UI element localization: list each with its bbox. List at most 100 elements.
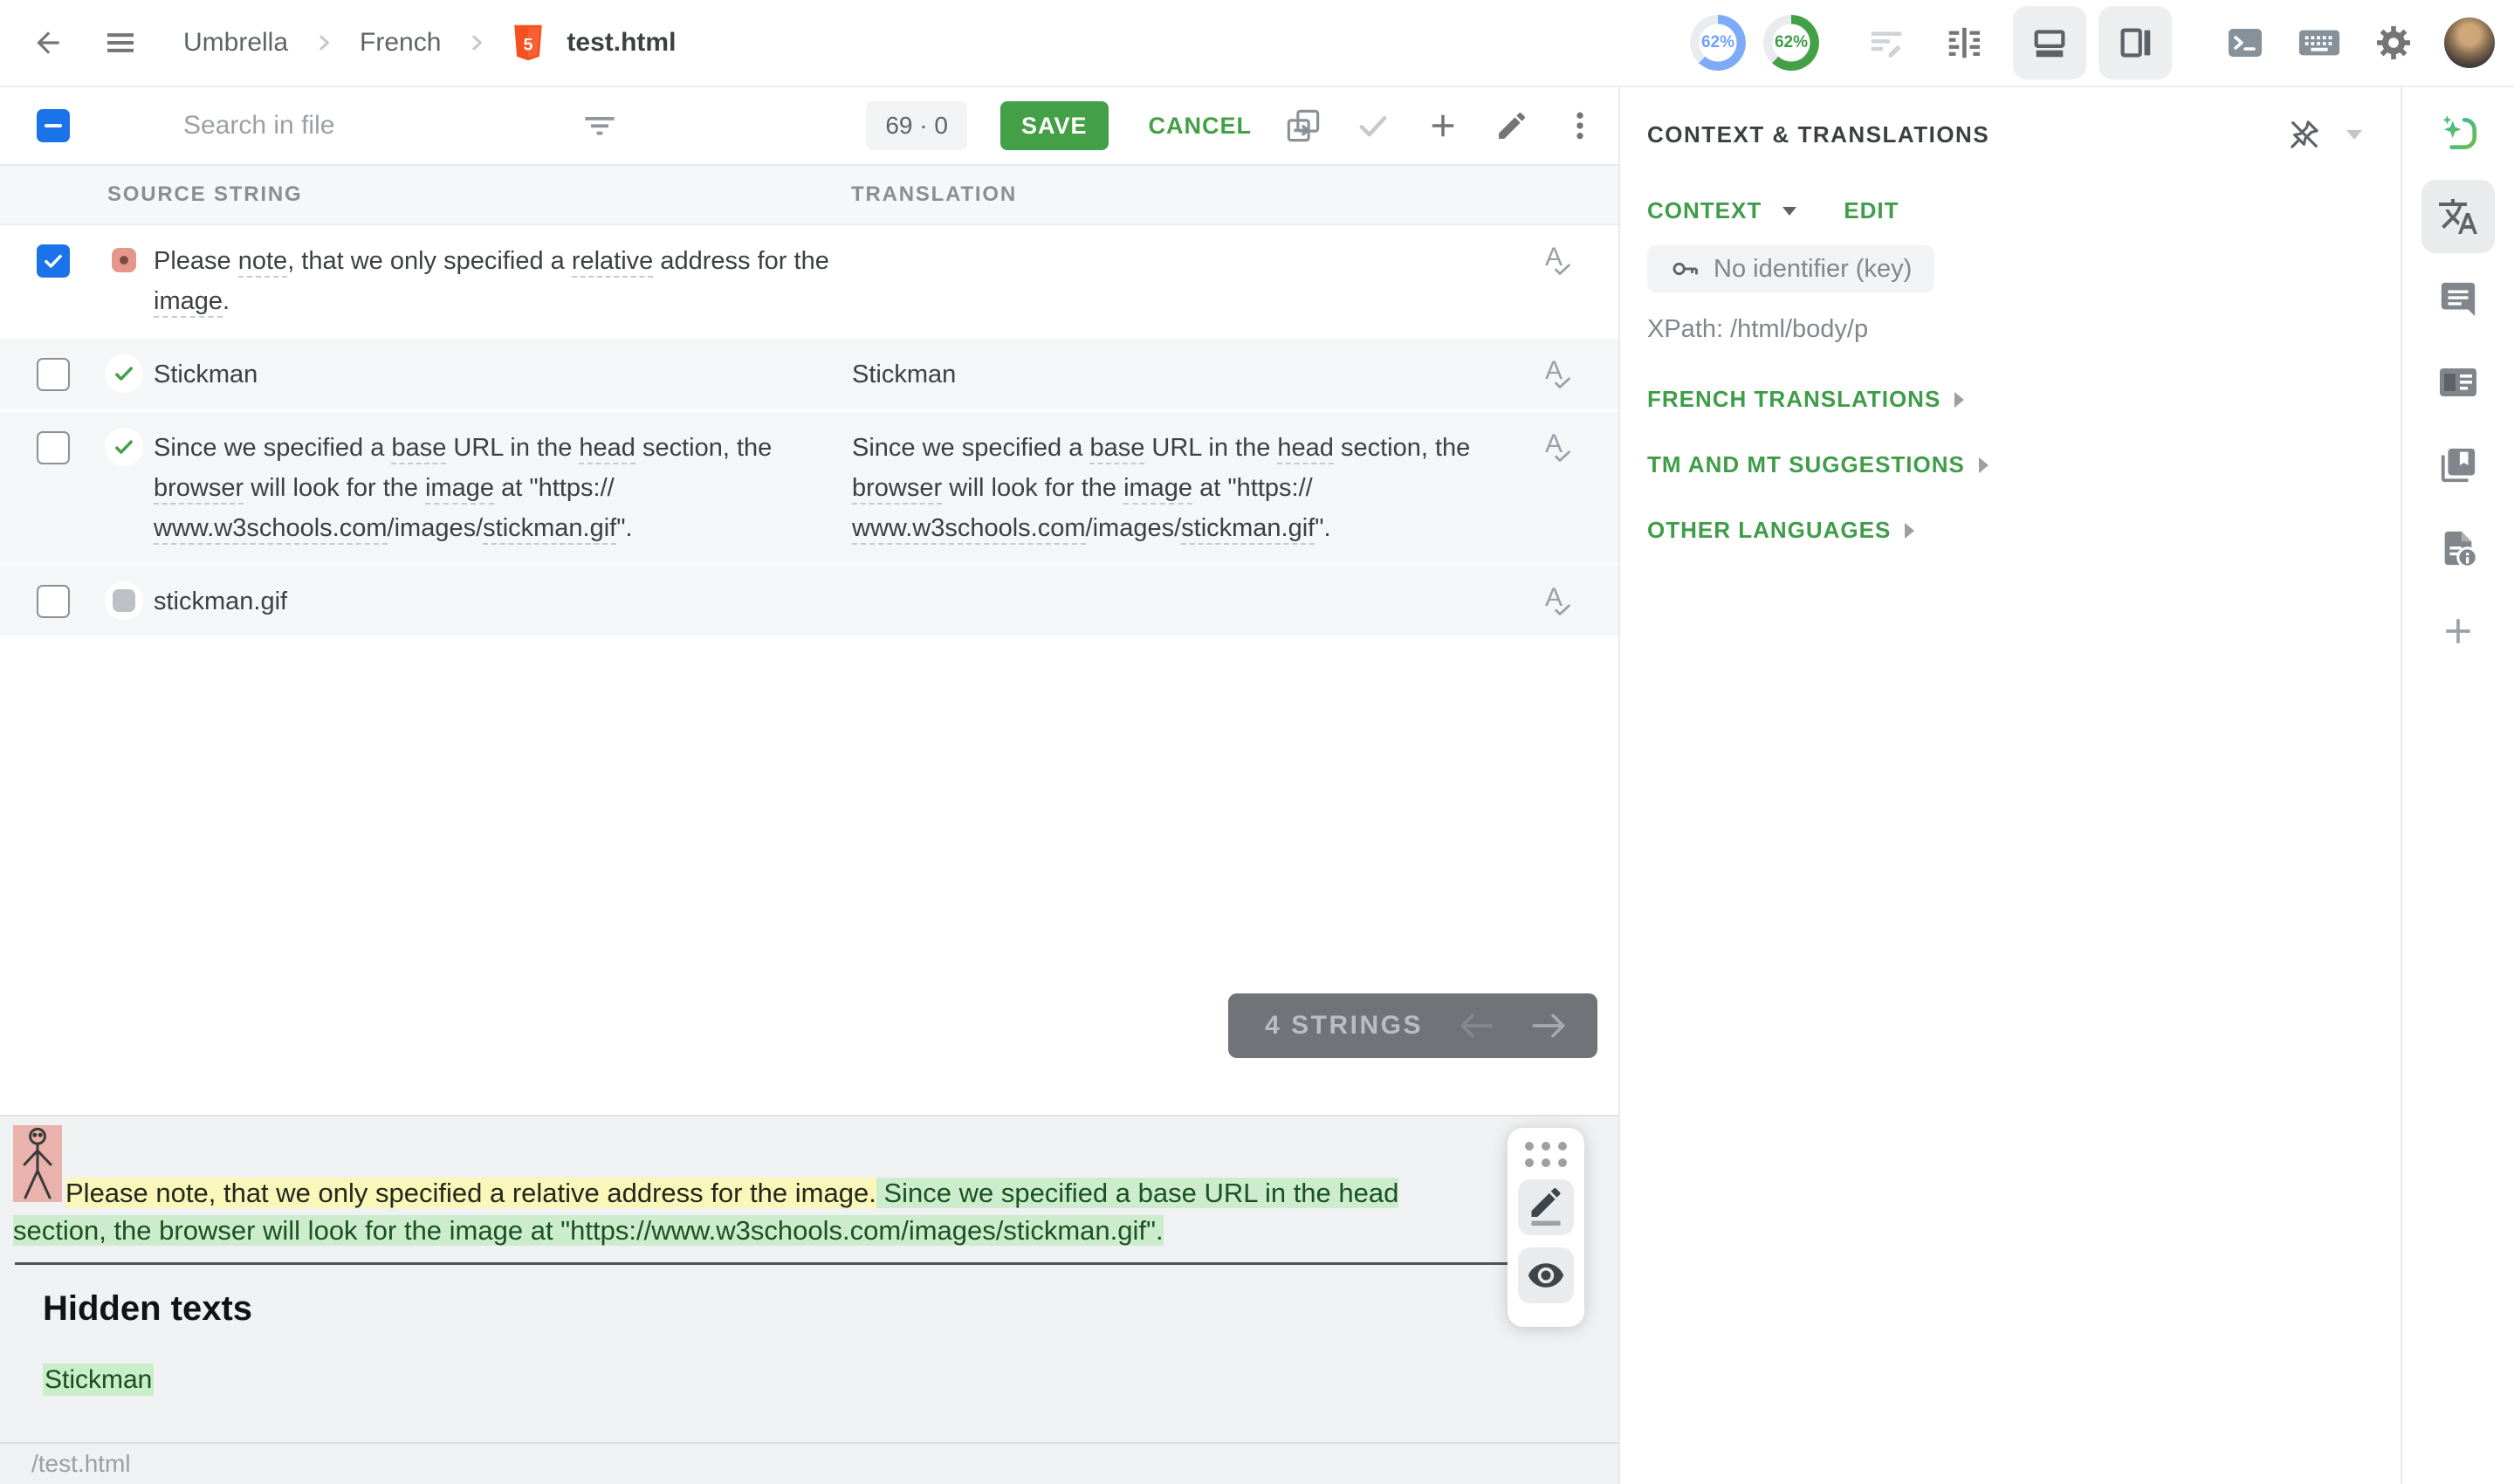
user-avatar[interactable] — [2444, 17, 2495, 68]
chevron-right-icon — [464, 30, 490, 56]
row-checkbox[interactable] — [37, 358, 70, 391]
right-icon-strip — [2401, 87, 2514, 1484]
gear-icon[interactable] — [2373, 22, 2414, 64]
empty-area: 4 STRINGS — [0, 639, 1618, 1115]
prev-page-arrow-icon[interactable] — [1460, 1012, 1494, 1040]
copy-source-icon[interactable] — [1285, 107, 1322, 144]
string-row[interactable]: StickmanStickman A — [0, 339, 1618, 412]
string-counter-badge: 69 · 0 — [866, 101, 967, 150]
source-string[interactable]: stickman.gif — [154, 581, 852, 622]
glossary-bookmark-icon[interactable] — [2438, 445, 2478, 485]
sidebar-sections: FRENCH TRANSLATIONS TM AND MT SUGGESTIONS… — [1647, 386, 2362, 544]
chevron-right-icon — [1979, 457, 1989, 473]
breadcrumb: Umbrella French 5 test.html — [183, 24, 676, 61]
back-icon[interactable] — [31, 26, 65, 59]
html-preview-pane: Please note, that we only specified a re… — [0, 1115, 1618, 1484]
preview-paragraph[interactable]: Please note, that we only specified a re… — [13, 1125, 1497, 1250]
sidebar-section-link[interactable]: FRENCH TRANSLATIONS — [1647, 386, 1940, 413]
save-button[interactable]: SAVE — [1000, 101, 1109, 150]
table-header: SOURCE STRING TRANSLATION — [0, 166, 1618, 225]
string-row[interactable]: stickman.gif A — [0, 566, 1618, 639]
status-translated-icon — [105, 428, 143, 466]
row-checkbox[interactable] — [37, 585, 70, 618]
drag-handle-icon[interactable] — [1525, 1142, 1567, 1167]
xpath-label: XPath: /html/body/p — [1647, 315, 2362, 344]
edit-pencil-icon[interactable] — [1494, 108, 1529, 143]
sidebar-title: CONTEXT & TRANSLATIONS — [1647, 121, 1989, 148]
approved-progress-ring[interactable]: 62% — [1763, 15, 1819, 71]
strings-count-badge: 4 STRINGS — [1228, 993, 1597, 1058]
sidebar-section-link[interactable]: TM AND MT SUGGESTIONS — [1647, 451, 1965, 478]
status-translated-icon — [105, 354, 143, 393]
crowdin-editor: Umbrella French 5 test.html 62% — [0, 0, 2514, 1484]
collapse-panel-icon[interactable] — [2346, 130, 2362, 140]
file-info-icon[interactable] — [2438, 528, 2478, 568]
translation-string[interactable]: Since we specified a base URL in the hea… — [852, 428, 1501, 548]
bottom-panel-view-icon[interactable] — [2013, 6, 2086, 79]
file-path: /test.html — [31, 1450, 131, 1478]
svg-text:5: 5 — [524, 35, 533, 54]
preview-text-segment[interactable]: Please note, that we only specified a re… — [65, 1178, 876, 1208]
row-checkbox[interactable] — [37, 244, 70, 278]
filter-icon[interactable] — [580, 108, 620, 143]
strings-pane: 69 · 0 SAVE CANCEL — [0, 87, 1618, 1484]
hidden-text-item[interactable]: Stickman — [43, 1365, 1601, 1395]
top-header: Umbrella French 5 test.html 62% — [0, 0, 2514, 87]
string-row[interactable]: Please note, that we only specified a re… — [0, 225, 1618, 339]
keyboard-icon[interactable] — [2298, 24, 2341, 61]
file-path-bar: /test.html — [0, 1442, 1618, 1484]
article-card-icon[interactable] — [2437, 365, 2479, 400]
preview-floating-toolbar — [1508, 1128, 1584, 1327]
sidebar-section-link[interactable]: OTHER LANGUAGES — [1647, 517, 1891, 544]
string-row[interactable]: Since we specified a base URL in the hea… — [0, 412, 1618, 566]
identifier-pill: No identifier (key) — [1647, 245, 1934, 292]
hidden-texts-heading: Hidden texts — [43, 1289, 1601, 1329]
preview-eye-button[interactable] — [1518, 1247, 1574, 1303]
right-panel-view-icon[interactable] — [2098, 6, 2172, 79]
add-panel-icon[interactable] — [2439, 612, 2477, 650]
stickman-image[interactable] — [13, 1125, 62, 1202]
strings-toolbar: 69 · 0 SAVE CANCEL — [0, 87, 1618, 166]
more-options-icon[interactable] — [1563, 108, 1597, 143]
terminal-icon[interactable] — [2224, 22, 2266, 64]
draft-lines-icon — [1866, 23, 1906, 63]
preview-edit-button[interactable] — [1518, 1179, 1574, 1235]
chevron-right-icon — [311, 30, 337, 56]
spellcheck-icon: A — [1541, 356, 1579, 395]
spellcheck-icon: A — [1541, 583, 1579, 622]
string-rows: Please note, that we only specified a re… — [0, 225, 1618, 639]
chevron-right-icon — [1954, 392, 1964, 408]
breadcrumb-project[interactable]: Umbrella — [183, 28, 288, 58]
breadcrumb-language[interactable]: French — [360, 28, 441, 58]
approve-check-icon[interactable] — [1355, 107, 1391, 144]
key-icon — [1670, 254, 1700, 284]
row-checkbox[interactable] — [37, 431, 70, 464]
menu-icon[interactable] — [103, 25, 138, 60]
translated-progress-ring[interactable]: 62% — [1690, 15, 1746, 71]
side-by-side-view-icon[interactable] — [1927, 6, 2001, 79]
translate-panel-icon[interactable] — [2421, 180, 2495, 253]
search-input[interactable] — [183, 111, 550, 141]
comments-icon[interactable] — [2438, 279, 2478, 319]
ai-suggestions-icon[interactable] — [2436, 112, 2480, 155]
cancel-button[interactable]: CANCEL — [1149, 113, 1253, 140]
source-string[interactable]: Stickman — [154, 354, 852, 395]
source-column-header: SOURCE STRING — [107, 182, 851, 207]
unpin-icon[interactable] — [2287, 117, 2322, 152]
context-dropdown[interactable]: CONTEXT — [1647, 197, 1762, 224]
select-all-checkbox[interactable] — [37, 109, 70, 142]
breadcrumb-file[interactable]: test.html — [567, 28, 676, 58]
next-page-arrow-icon[interactable] — [1531, 1012, 1566, 1040]
translation-string[interactable]: Stickman — [852, 354, 1501, 395]
translation-column-header: TRANSLATION — [851, 182, 1017, 207]
edit-context-button[interactable]: EDIT — [1844, 197, 1899, 224]
context-sidebar: CONTEXT & TRANSLATIONS CONTEXT EDIT No i… — [1618, 87, 2401, 1484]
source-string[interactable]: Since we specified a base URL in the hea… — [154, 428, 852, 548]
add-string-icon[interactable] — [1425, 107, 1461, 144]
chevron-down-icon — [1782, 207, 1796, 216]
chevron-right-icon — [1905, 523, 1914, 539]
status-excluded-icon — [105, 581, 143, 620]
identifier-label: No identifier (key) — [1714, 255, 1912, 284]
spellcheck-icon: A — [1541, 429, 1579, 468]
source-string[interactable]: Please note, that we only specified a re… — [154, 241, 852, 321]
